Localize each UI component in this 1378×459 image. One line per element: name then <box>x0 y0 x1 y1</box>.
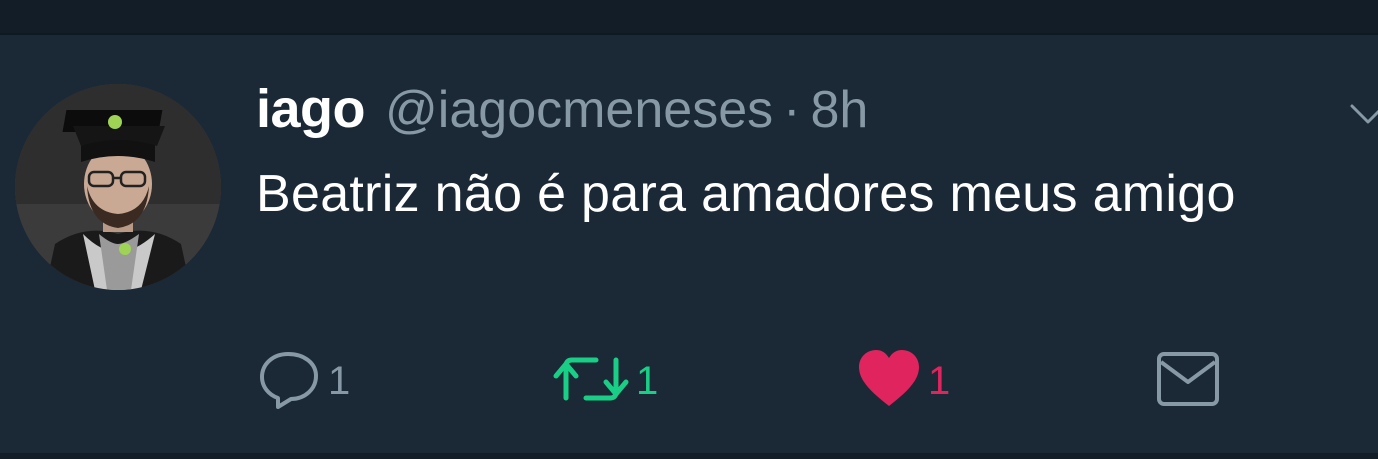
like-count: 1 <box>928 358 951 403</box>
retweet-count: 1 <box>636 358 659 403</box>
tweet-text: Beatriz não é para amadores meus amigo <box>256 165 1236 223</box>
divider <box>0 453 1378 459</box>
like-button[interactable]: 1 <box>856 348 951 415</box>
reply-icon <box>258 348 322 415</box>
retweet-icon <box>552 348 630 415</box>
direct-message-button[interactable] <box>1156 350 1220 412</box>
avatar[interactable] <box>15 84 221 290</box>
retweet-button[interactable]: 1 <box>552 350 658 412</box>
envelope-icon <box>1156 350 1220 413</box>
heart-icon <box>856 348 922 415</box>
chevron-down-icon[interactable] <box>1348 100 1378 128</box>
tweet-header: iago @iagocmeneses · 8h <box>256 78 868 148</box>
username-handle[interactable]: @iagocmeneses <box>385 81 773 139</box>
timestamp[interactable]: 8h <box>810 81 868 139</box>
reply-button[interactable]: 1 <box>258 350 350 412</box>
display-name[interactable]: iago <box>256 79 366 139</box>
divider <box>0 33 1378 35</box>
reply-count: 1 <box>328 358 351 403</box>
separator-dot: · <box>783 81 801 139</box>
top-bar <box>0 0 1378 33</box>
